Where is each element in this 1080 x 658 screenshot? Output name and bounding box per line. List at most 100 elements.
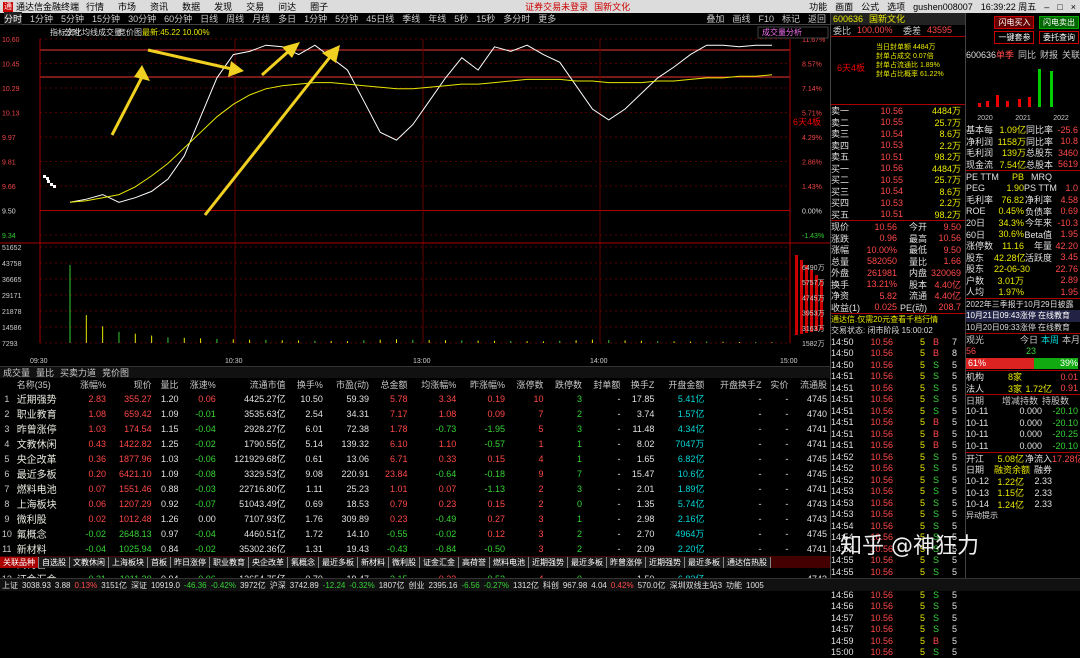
table-row[interactable]: 11新材料-0.041025.940.84-0.0235302.36亿1.311… xyxy=(0,541,830,556)
table-row[interactable]: 1近期强势2.83355.271.200.064425.27亿10.5059.3… xyxy=(0,391,830,406)
sector-footer-tab[interactable]: 自选股 xyxy=(39,557,70,568)
column-header[interactable]: 流通市值 xyxy=(219,378,289,391)
news-item[interactable]: 10月20日09:33涨停 在线教育 xyxy=(966,322,1080,334)
tab-danji[interactable]: 单季 xyxy=(996,48,1014,61)
column-header[interactable]: 现价 xyxy=(109,378,155,391)
column-header[interactable]: 换手Z xyxy=(623,378,657,391)
tab-1min-b[interactable]: 1分钟 xyxy=(304,12,327,25)
table-row[interactable]: 6最近多板0.206421.101.09-0.083329.53亿9.08220… xyxy=(0,466,830,481)
sector-footer-tab[interactable]: 职业教育 xyxy=(210,557,249,568)
sector-footer-tab[interactable]: 央企改革 xyxy=(249,557,288,568)
sector-footer-tab[interactable]: 关联品种 xyxy=(0,557,39,568)
sector-footer-tab[interactable]: 上海板块 xyxy=(109,557,148,568)
overlay-button[interactable]: 叠加 xyxy=(706,12,724,25)
sector-footer-tab[interactable]: 燃料电池 xyxy=(490,557,529,568)
column-header[interactable]: 量比 xyxy=(155,378,182,391)
table-row[interactable]: 9微利股0.021012.481.260.007107.93亿1.76309.8… xyxy=(0,511,830,526)
column-header[interactable] xyxy=(0,378,17,391)
table-row[interactable]: 4文教休闲0.431422.821.25-0.021790.55亿5.14139… xyxy=(0,436,830,451)
alert-footer[interactable]: 异动提示 xyxy=(966,510,1080,522)
login-notice[interactable]: 证券交易未登录 xyxy=(525,0,588,13)
tab-30min[interactable]: 30分钟 xyxy=(128,12,156,25)
tab-caibao[interactable]: 财报 xyxy=(1040,48,1058,61)
poll-month[interactable]: 本月 xyxy=(1062,333,1080,346)
news-item[interactable]: 2022年三季报于10月29日披露 xyxy=(966,299,1080,311)
sector-footer-tab[interactable]: 高荷誉 xyxy=(459,557,490,568)
sector-footer-tab[interactable]: 昨日涨停 xyxy=(171,557,210,568)
table-row[interactable]: 2职业教育1.08659.421.09-0.013535.63亿2.5434.3… xyxy=(0,406,830,421)
menu-huamian[interactable]: 画面 xyxy=(835,0,853,13)
column-header[interactable]: 流通股 xyxy=(791,378,830,391)
tab-multi-fenshi[interactable]: 多分时 xyxy=(503,12,530,25)
sector-footer-tab[interactable]: 昨曾涨停 xyxy=(607,557,646,568)
tab-season[interactable]: 季线 xyxy=(402,12,420,25)
column-header[interactable]: 名称(35) xyxy=(17,378,72,391)
sector-footer-tab[interactable]: 文教休闲 xyxy=(70,557,109,568)
poll-today[interactable]: 今日 xyxy=(1020,333,1038,346)
column-header[interactable]: 市盈(动) xyxy=(326,378,372,391)
sector-footer-tab[interactable]: 近期强势 xyxy=(646,557,685,568)
column-header[interactable]: 涨速% xyxy=(182,378,219,391)
stock-notice[interactable]: 国新文化 xyxy=(594,0,630,13)
flash-buy-button[interactable]: 闪电买入 xyxy=(994,16,1034,29)
column-header[interactable]: 开盘金额 xyxy=(657,378,707,391)
sector-footer-tab[interactable]: 最近多板 xyxy=(685,557,724,568)
mark-button[interactable]: 标记 xyxy=(782,12,800,25)
user-name[interactable]: gushen008007 xyxy=(913,2,973,12)
column-header[interactable]: 开盘换手Z xyxy=(707,378,764,391)
sector-footer-tab[interactable]: 氟概念 xyxy=(288,557,319,568)
tab-fenshi[interactable]: 分时 xyxy=(4,12,22,25)
maximize-icon[interactable]: □ xyxy=(1057,2,1062,12)
draw-button[interactable]: 画线 xyxy=(732,12,750,25)
tab-guanlian[interactable]: 关联 xyxy=(1062,48,1080,61)
menu-gongshi[interactable]: 公式 xyxy=(861,0,879,13)
column-header[interactable]: 涨幅% xyxy=(72,378,109,391)
sector-footer-tab[interactable]: 首板 xyxy=(148,557,171,568)
column-header[interactable]: 涨停数 xyxy=(508,378,546,391)
tab-tongbi[interactable]: 同比 xyxy=(1018,48,1036,61)
tab-5min-b[interactable]: 5分钟 xyxy=(335,12,358,25)
news-item[interactable]: 10月21日09:43涨停 在线教育 xyxy=(966,310,1080,322)
table-row[interactable]: 7燃料电池0.071551.460.88-0.0322716.80亿1.1125… xyxy=(0,481,830,496)
sector-footer-tab[interactable]: 微利股 xyxy=(389,557,420,568)
close-icon[interactable]: × xyxy=(1071,2,1076,12)
tab-60min[interactable]: 60分钟 xyxy=(164,12,192,25)
ad-line[interactable]: 通达信.仅需20元查看千档行情 xyxy=(831,313,965,325)
minimize-icon[interactable]: – xyxy=(1044,2,1049,12)
column-header[interactable]: 昨涨幅% xyxy=(459,378,508,391)
tab-day[interactable]: 日线 xyxy=(200,12,218,25)
sector-footer-tab[interactable]: 证金汇金 xyxy=(420,557,459,568)
column-header[interactable]: 换手% xyxy=(289,378,326,391)
table-row[interactable]: 8上海板块0.061207.290.92-0.0751043.49亿0.6918… xyxy=(0,496,830,511)
tab-multiday[interactable]: 多日 xyxy=(278,12,296,25)
sector-footer-tab[interactable]: 最近多板 xyxy=(568,557,607,568)
column-header[interactable]: 总金额 xyxy=(372,378,410,391)
tab-45day[interactable]: 45日线 xyxy=(366,12,394,25)
tab-15min[interactable]: 15分钟 xyxy=(92,12,120,25)
tab-year[interactable]: 年线 xyxy=(428,12,446,25)
indicator-label[interactable]: 成交量分析 xyxy=(762,27,802,37)
back-button[interactable]: 返回 xyxy=(808,12,826,25)
tab-5sec[interactable]: 5秒 xyxy=(454,12,468,25)
column-header[interactable]: 均涨幅% xyxy=(411,378,460,391)
column-header[interactable]: 跌停数 xyxy=(546,378,584,391)
intraday-chart[interactable]: 10.6011.67%10.458.57%10.297.14%10.135.71… xyxy=(0,25,830,365)
poll-week[interactable]: 本周 xyxy=(1041,333,1059,346)
column-header[interactable]: 实价 xyxy=(764,378,791,391)
sector-footer-tab[interactable]: 新材料 xyxy=(358,557,389,568)
sector-footer-tab[interactable]: 最近多板 xyxy=(319,557,358,568)
flash-sell-button[interactable]: 闪电卖出 xyxy=(1039,16,1079,29)
tab-1min[interactable]: 1分钟 xyxy=(30,12,53,25)
one-click-button[interactable]: 一键套参 xyxy=(994,31,1034,44)
table-row[interactable]: 3昨曾涨停1.03174.541.15-0.042928.27亿6.0172.3… xyxy=(0,421,830,436)
order-query-button[interactable]: 委托查询 xyxy=(1039,31,1079,44)
tab-5min[interactable]: 5分钟 xyxy=(61,12,84,25)
tab-15sec[interactable]: 15秒 xyxy=(476,12,495,25)
tab-more[interactable]: 更多 xyxy=(538,12,556,25)
menu-xuanxiang[interactable]: 选项 xyxy=(887,0,905,13)
sector-footer-tab[interactable]: 近期强势 xyxy=(529,557,568,568)
column-header[interactable]: 封单额 xyxy=(585,378,623,391)
sector-footer-tab[interactable]: 通达信热股 xyxy=(724,557,771,568)
tab-month[interactable]: 月线 xyxy=(252,12,270,25)
table-row[interactable]: 10氟概念-0.022648.130.97-0.044460.51亿1.7214… xyxy=(0,526,830,541)
